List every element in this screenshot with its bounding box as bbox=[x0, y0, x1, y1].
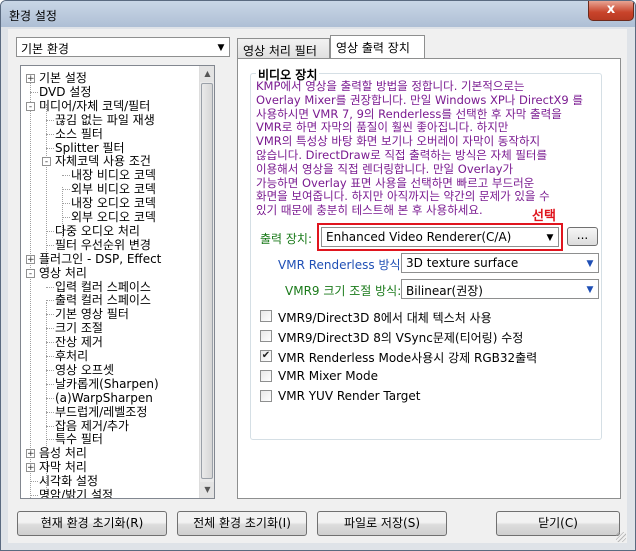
scroll-down-icon[interactable]: ▼ bbox=[200, 482, 214, 498]
chevron-down-icon: ▼ bbox=[546, 233, 554, 243]
tree-item[interactable]: 후처리 bbox=[55, 349, 88, 363]
close-window-button[interactable]: x bbox=[588, 1, 634, 21]
checkbox-label: VMR YUV Render Target bbox=[278, 389, 421, 403]
reset-current-button[interactable]: 현재 환경 초기화(R) bbox=[17, 511, 167, 536]
title-bar: 환경 설정 x bbox=[1, 1, 635, 27]
tree-item[interactable]: 자체코덱 사용 조건 bbox=[55, 154, 151, 168]
tree-item[interactable]: 외부 비디오 코덱 bbox=[71, 182, 156, 196]
expand-icon[interactable]: + bbox=[26, 254, 35, 264]
tab-label: 영상 출력 장치 bbox=[336, 41, 410, 55]
renderless-select[interactable]: 3D texture surface ▼ bbox=[401, 253, 599, 273]
expand-icon[interactable]: + bbox=[26, 74, 35, 84]
window-title: 환경 설정 bbox=[9, 9, 57, 23]
expand-icon[interactable]: + bbox=[26, 463, 35, 473]
tree-item[interactable]: 기본 영상 필터 bbox=[55, 307, 129, 321]
checkbox[interactable] bbox=[260, 370, 272, 382]
dialog-body: 기본 환경 ▼ + 기본 설정 DVD 설정 - 미디어/자체 코덱/필터 끊김 없는 파… bbox=[8, 29, 627, 543]
checkbox-label: VMR Mixer Mode bbox=[278, 369, 378, 383]
tree-item[interactable]: 날카롭게(Sharpen) bbox=[55, 377, 159, 391]
tree-item[interactable]: 출력 컬러 스페이스 bbox=[55, 293, 151, 307]
tab-label: 영상 처리 필터 bbox=[243, 44, 317, 58]
checkbox-label: VMR9/Direct3D 8에서 대체 텍스처 사용 bbox=[278, 311, 492, 325]
more-options-button[interactable]: ... bbox=[567, 227, 598, 246]
tree-item[interactable]: 잡음 제거/추가 bbox=[55, 419, 129, 433]
tree-item[interactable]: 플러그인 - DSP, Effect bbox=[39, 252, 161, 266]
tree-item[interactable]: 특수 필터 bbox=[55, 432, 103, 446]
tree-item[interactable]: DVD 설정 bbox=[39, 85, 91, 99]
scroll-thumb[interactable] bbox=[201, 83, 213, 479]
tree-item[interactable]: 부드럽게/레벨조정 bbox=[55, 405, 147, 419]
save-file-button[interactable]: 파일로 저장(S) bbox=[317, 511, 447, 536]
settings-tree: + 기본 설정 DVD 설정 - 미디어/자체 코덱/필터 끊김 없는 파일 재생 소스 필… bbox=[20, 65, 215, 499]
tree-item[interactable]: 필터 우선순위 변경 bbox=[55, 238, 151, 252]
expand-icon[interactable]: + bbox=[26, 449, 35, 459]
tree-item[interactable]: 크기 조절 bbox=[55, 321, 103, 335]
description-text: KMP에서 영상을 출력할 방법을 정합니다. 기본적으로는 Overlay M… bbox=[256, 79, 583, 218]
resize-grip[interactable] bbox=[616, 532, 626, 542]
collapse-icon[interactable]: - bbox=[26, 101, 35, 111]
annotation-label: 선택 bbox=[532, 209, 556, 224]
video-output-panel: 비디오 장치 KMP에서 영상을 출력할 방법을 정합니다. 기본적으로는 Ov… bbox=[237, 58, 621, 499]
chevron-down-icon: ▼ bbox=[217, 43, 225, 53]
output-device-value: Enhanced Video Renderer(C/A) bbox=[326, 230, 512, 244]
collapse-icon[interactable]: - bbox=[42, 157, 51, 167]
tree-item[interactable]: 미디어/자체 코덱/필터 bbox=[39, 99, 150, 113]
tree-item[interactable]: 끊김 없는 파일 재생 bbox=[55, 113, 155, 127]
tree-item[interactable]: Splitter 필터 bbox=[55, 141, 125, 155]
tree-item[interactable]: 영상 오프셋 bbox=[55, 363, 114, 377]
collapse-icon[interactable]: - bbox=[26, 268, 35, 278]
tree-item[interactable]: 기본 설정 bbox=[39, 71, 87, 85]
checkbox[interactable]: ✔ bbox=[260, 350, 272, 362]
close-button[interactable]: 닫기(C) bbox=[496, 511, 620, 536]
tree-item[interactable]: 영상 처리 bbox=[39, 266, 87, 280]
checkbox-label: VMR9/Direct3D 8의 VSync문제(티어링) 수정 bbox=[278, 331, 524, 345]
tree-item[interactable]: 내장 오디오 코덱 bbox=[71, 196, 156, 210]
tree-item[interactable]: 내장 비디오 코덱 bbox=[71, 168, 156, 182]
video-device-group: 비디오 장치 KMP에서 영상을 출력할 방법을 정합니다. 기본적으로는 Ov… bbox=[250, 66, 602, 440]
checkbox[interactable] bbox=[260, 330, 272, 342]
output-device-select[interactable]: Enhanced Video Renderer(C/A) ▼ bbox=[321, 227, 559, 247]
tree-item[interactable]: 자막 처리 bbox=[39, 460, 87, 474]
chevron-down-icon: ▼ bbox=[586, 285, 594, 295]
renderless-label: VMR Renderless 방식: bbox=[278, 258, 405, 272]
checkbox[interactable] bbox=[260, 310, 272, 322]
resize-value: Bilinear(권장) bbox=[406, 284, 483, 298]
tree-item[interactable]: 잔상 제거 bbox=[55, 335, 103, 349]
reset-all-button[interactable]: 전체 환경 초기화(I) bbox=[177, 511, 307, 536]
scroll-up-icon[interactable]: ▲ bbox=[200, 66, 214, 82]
tab-video-filters[interactable]: 영상 처리 필터 bbox=[237, 38, 330, 58]
renderless-value: 3D texture surface bbox=[406, 256, 519, 270]
resize-select[interactable]: Bilinear(권장) ▼ bbox=[401, 279, 599, 299]
checkbox[interactable] bbox=[260, 390, 272, 402]
tree-item[interactable]: 음성 처리 bbox=[39, 446, 87, 460]
tree-item[interactable]: (a)WarpSharpen bbox=[55, 391, 153, 405]
settings-window: 환경 설정 x 기본 환경 ▼ + 기본 설정 DVD 설정 - 미디어/자체 코덱/필… bbox=[0, 0, 636, 551]
resize-label: VMR9 크기 조절 방식: bbox=[285, 284, 402, 298]
profile-select[interactable]: 기본 환경 ▼ bbox=[16, 37, 230, 57]
tree-item[interactable]: 입력 컬러 스페이스 bbox=[55, 280, 151, 294]
tree-item[interactable]: 외부 오디오 코덱 bbox=[71, 210, 156, 224]
checkbox-label: VMR Renderless Mode사용시 강제 RGB32출력 bbox=[278, 351, 538, 365]
tree-item[interactable]: 시각화 설정 bbox=[39, 474, 98, 488]
profile-select-value: 기본 환경 bbox=[21, 42, 69, 56]
tab-video-output[interactable]: 영상 출력 장치 bbox=[330, 35, 425, 58]
tree-item[interactable]: 소스 필터 bbox=[55, 127, 103, 141]
tree-item[interactable]: 다중 오디오 처리 bbox=[55, 224, 140, 238]
output-device-label: 출력 장치: bbox=[260, 232, 313, 246]
tree-item[interactable]: 명암/밝기 설정 bbox=[39, 488, 113, 498]
tree-scrollbar[interactable]: ▲ ▼ bbox=[199, 66, 214, 498]
chevron-down-icon: ▼ bbox=[586, 259, 594, 269]
